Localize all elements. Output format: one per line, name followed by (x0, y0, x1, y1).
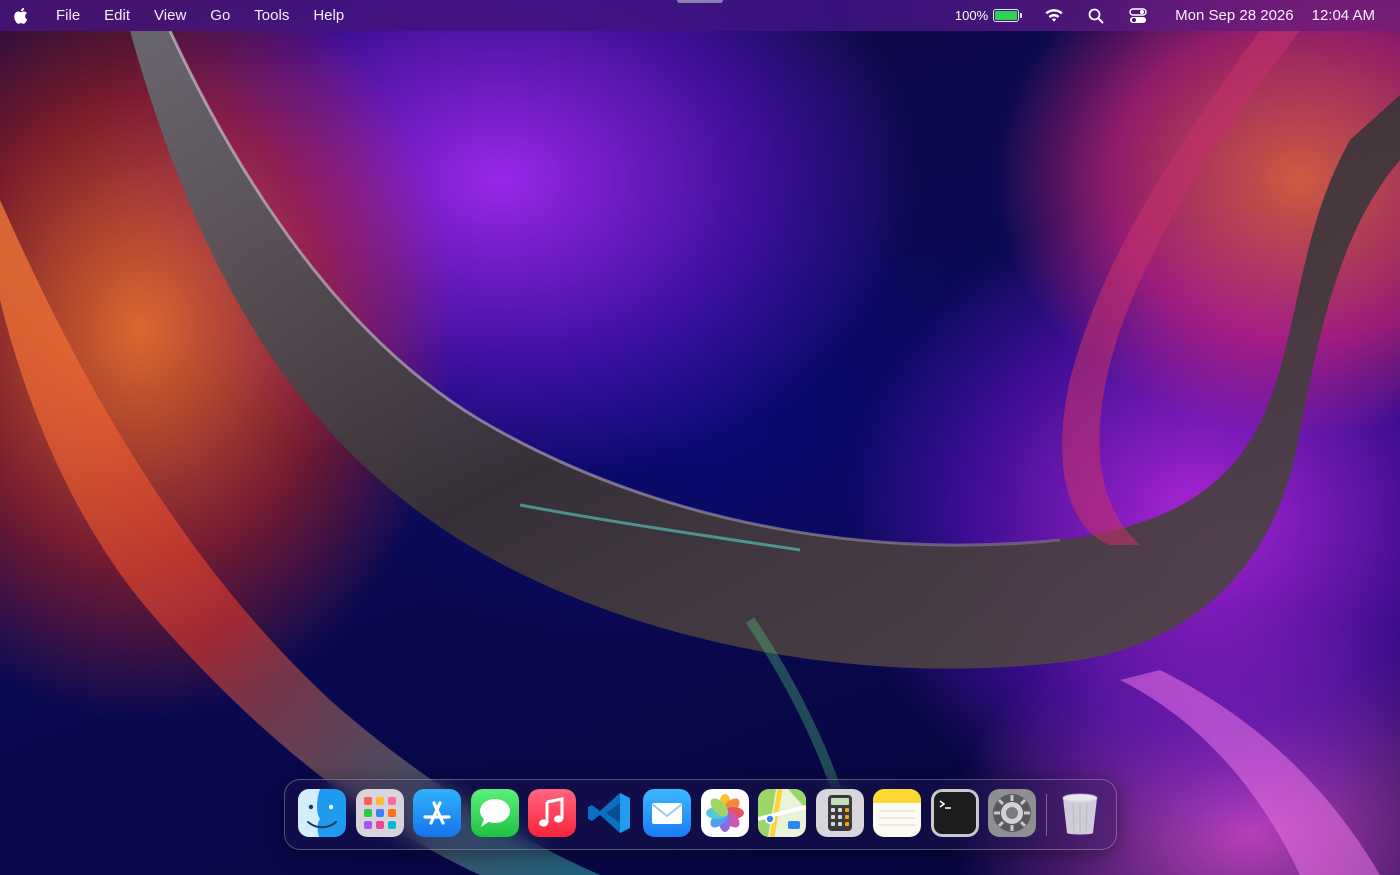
menu-view[interactable]: View (142, 0, 198, 31)
menu-tools[interactable]: Tools (242, 0, 301, 31)
menu-help[interactable]: Help (301, 0, 356, 31)
dock-finder[interactable] (298, 789, 346, 837)
dock-launchpad[interactable] (356, 789, 404, 837)
menu-edit[interactable]: Edit (92, 0, 142, 31)
wifi-icon[interactable] (1043, 5, 1065, 27)
battery-level-fill (995, 11, 1018, 20)
dock-music[interactable] (528, 789, 576, 837)
maps-icon (758, 789, 806, 837)
notes-icon (873, 789, 921, 837)
dock-app-store[interactable] (413, 789, 461, 837)
dock-mail[interactable] (643, 789, 691, 837)
control-center-icon[interactable] (1127, 5, 1149, 27)
menu-go[interactable]: Go (198, 0, 242, 31)
trash-icon (1062, 793, 1098, 835)
system-preferences-icon (988, 789, 1036, 837)
music-icon (528, 789, 576, 837)
dock (284, 779, 1117, 850)
menu-bar-handle (677, 0, 723, 3)
terminal-icon (931, 789, 979, 837)
apple-icon[interactable] (10, 6, 30, 26)
menu-bar-left: File Edit View Go Tools Help (0, 0, 356, 31)
app-store-icon (413, 789, 461, 837)
dock-calculator[interactable] (816, 789, 864, 837)
dock-terminal[interactable] (931, 789, 979, 837)
search-icon[interactable] (1085, 5, 1107, 27)
dock-messages[interactable] (471, 789, 519, 837)
menu-bar-clock[interactable]: 12:04 AM (1312, 7, 1375, 24)
finder-icon (298, 789, 346, 837)
wallpaper-art (0, 30, 1400, 875)
dock-system-preferences[interactable] (988, 789, 1036, 837)
battery-icon[interactable] (993, 9, 1023, 22)
dock-maps[interactable] (758, 789, 806, 837)
menu-bar: File Edit View Go Tools Help 100% Mon Se… (0, 0, 1400, 31)
dock-vscode[interactable] (586, 789, 634, 837)
photos-icon (701, 789, 749, 837)
calculator-icon (816, 789, 864, 837)
dock-separator (1046, 794, 1047, 836)
desktop-wallpaper (0, 0, 1400, 875)
menu-file[interactable]: File (44, 0, 92, 31)
mail-icon (643, 789, 691, 837)
dock-trash[interactable] (1056, 789, 1104, 837)
dock-photos[interactable] (701, 789, 749, 837)
messages-icon (471, 789, 519, 837)
menu-bar-date[interactable]: Mon Sep 28 2026 (1175, 7, 1293, 24)
battery-percentage: 100% (954, 8, 989, 23)
vscode-icon (588, 793, 630, 833)
menu-bar-status: 100% Mon Sep 28 2026 12:04 AM (955, 0, 1400, 31)
dock-notes[interactable] (873, 789, 921, 837)
launchpad-icon (356, 789, 404, 837)
